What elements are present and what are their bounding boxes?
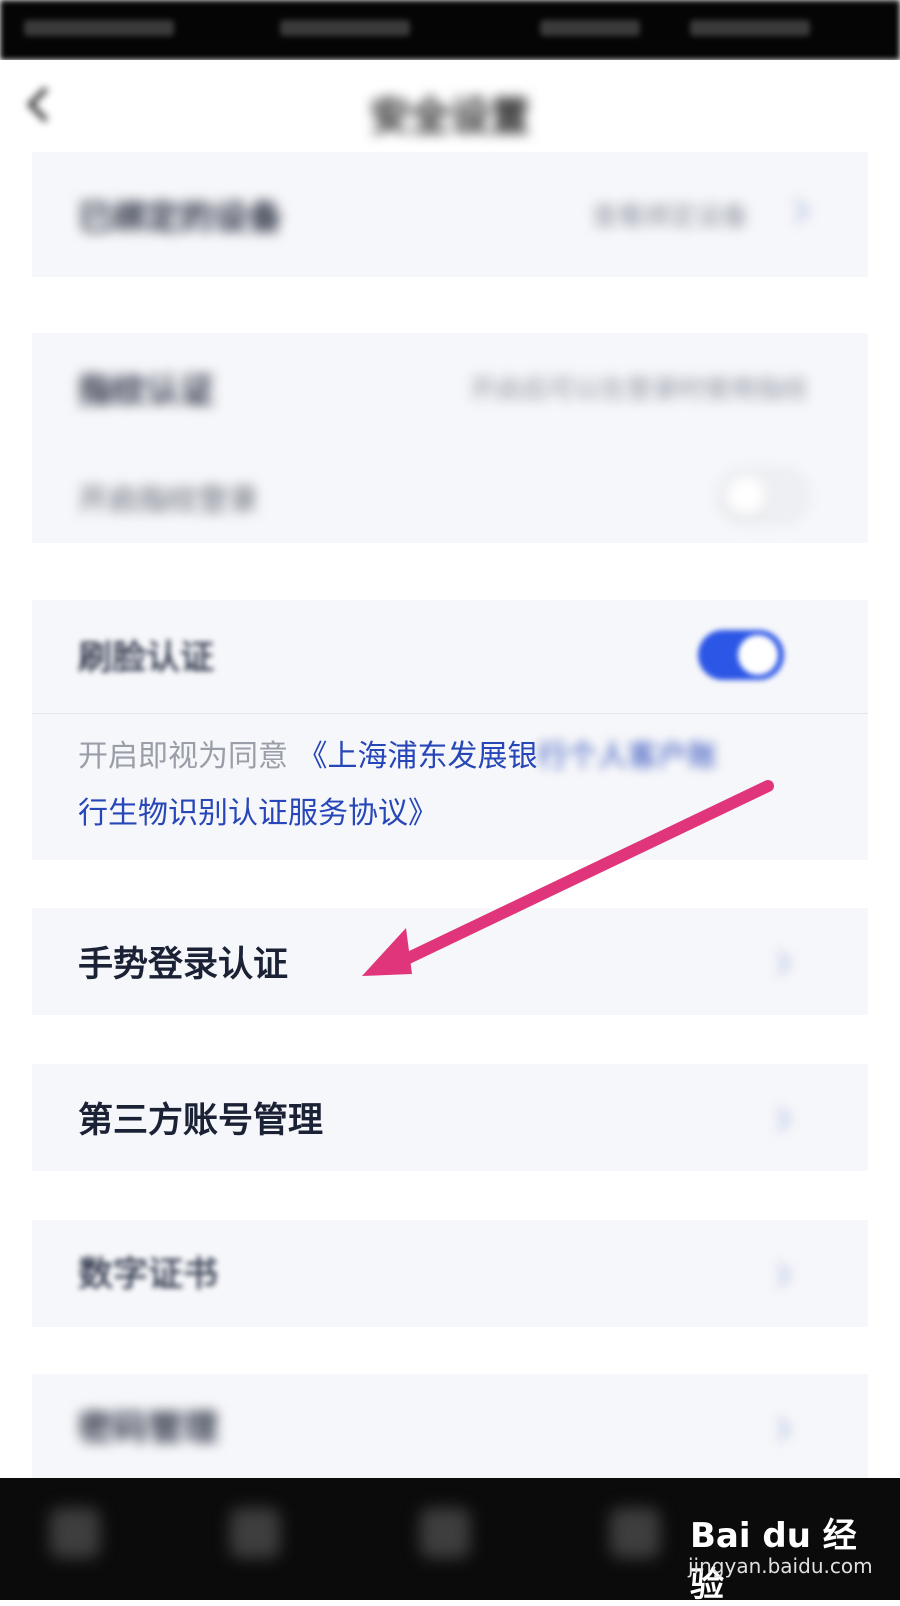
baidu-jingyan-watermark: Bai du 经验 jingyan.baidu.com (680, 1496, 880, 1605)
third-party-account-row[interactable]: 第三方账号管理 (32, 1064, 868, 1171)
agreement-link-blurred[interactable]: 行个人客户账 (538, 728, 718, 785)
toggle-knob (738, 635, 778, 675)
fingerprint-group: 指纹认证 开启后可以在登录时使用指纹 开启指纹登录 (32, 333, 868, 543)
digital-certificate-label: 数字证书 (78, 1255, 219, 1295)
fingerprint-login-row[interactable]: 开启指纹登录 (32, 463, 868, 533)
bound-devices-label: 已绑定的设备 (78, 198, 282, 238)
chevron-right-icon (766, 1106, 792, 1132)
face-auth-label: 刷脸认证 (78, 638, 214, 678)
bottom-settings-label: 密码管理 (78, 1409, 219, 1449)
face-auth-agreement: 开启即视为同意 《上海浦东发展银行个人客户账 行生物识别认证服务协议》 (78, 728, 838, 842)
nav-header: 安全设置 (0, 60, 900, 152)
chevron-right-icon (766, 1262, 792, 1288)
carrier-text-blurred (24, 20, 174, 36)
agreement-link-start[interactable]: 《上海浦东发展银 (298, 739, 538, 774)
status-bar (0, 0, 900, 60)
fingerprint-login-label: 开启指纹登录 (78, 483, 258, 518)
toggle-knob (726, 476, 766, 516)
nav-home-icon[interactable] (420, 1508, 470, 1558)
face-auth-row: 刷脸认证 (32, 600, 868, 710)
battery-icons-blurred (690, 20, 810, 36)
fingerprint-label: 指纹认证 (78, 371, 214, 411)
gesture-login-label: 手势登录认证 (78, 945, 289, 985)
face-auth-toggle[interactable] (698, 630, 784, 680)
bound-devices-group[interactable]: 已绑定的设备 查看绑定设备 (32, 152, 868, 277)
bound-devices-row[interactable]: 已绑定的设备 查看绑定设备 (32, 180, 868, 240)
nav-recent-icon[interactable] (610, 1508, 660, 1558)
digital-certificate-row[interactable]: 数字证书 (32, 1220, 868, 1327)
fingerprint-login-toggle[interactable] (718, 469, 808, 523)
bottom-settings-row[interactable]: 密码管理 (32, 1374, 868, 1478)
status-icons-blurred (280, 20, 410, 36)
fingerprint-note: 开启后可以在登录时使用指纹 (469, 375, 808, 405)
network-icons-blurred (540, 20, 640, 36)
nav-back-icon[interactable] (50, 1508, 100, 1558)
bound-devices-value: 查看绑定设备 (591, 202, 748, 232)
chevron-right-icon (766, 1416, 792, 1442)
gesture-login-row[interactable]: 手势登录认证 (32, 908, 868, 1015)
face-auth-group: 刷脸认证 开启即视为同意 《上海浦东发展银行个人客户账 行生物识别认证服务协议》 (32, 600, 868, 860)
nav-menu-icon[interactable] (230, 1508, 280, 1558)
agreement-prefix: 开启即视为同意 (78, 739, 288, 774)
divider (32, 713, 868, 714)
chevron-right-icon (784, 198, 810, 224)
page-title: 安全设置 (370, 94, 530, 140)
watermark-url: jingyan.baidu.com (688, 1554, 873, 1578)
third-party-account-label: 第三方账号管理 (78, 1101, 324, 1141)
chevron-right-icon (766, 950, 792, 976)
agreement-link-end[interactable]: 行生物识别认证服务协议》 (78, 796, 438, 831)
fingerprint-row: 指纹认证 开启后可以在登录时使用指纹 (32, 349, 868, 419)
